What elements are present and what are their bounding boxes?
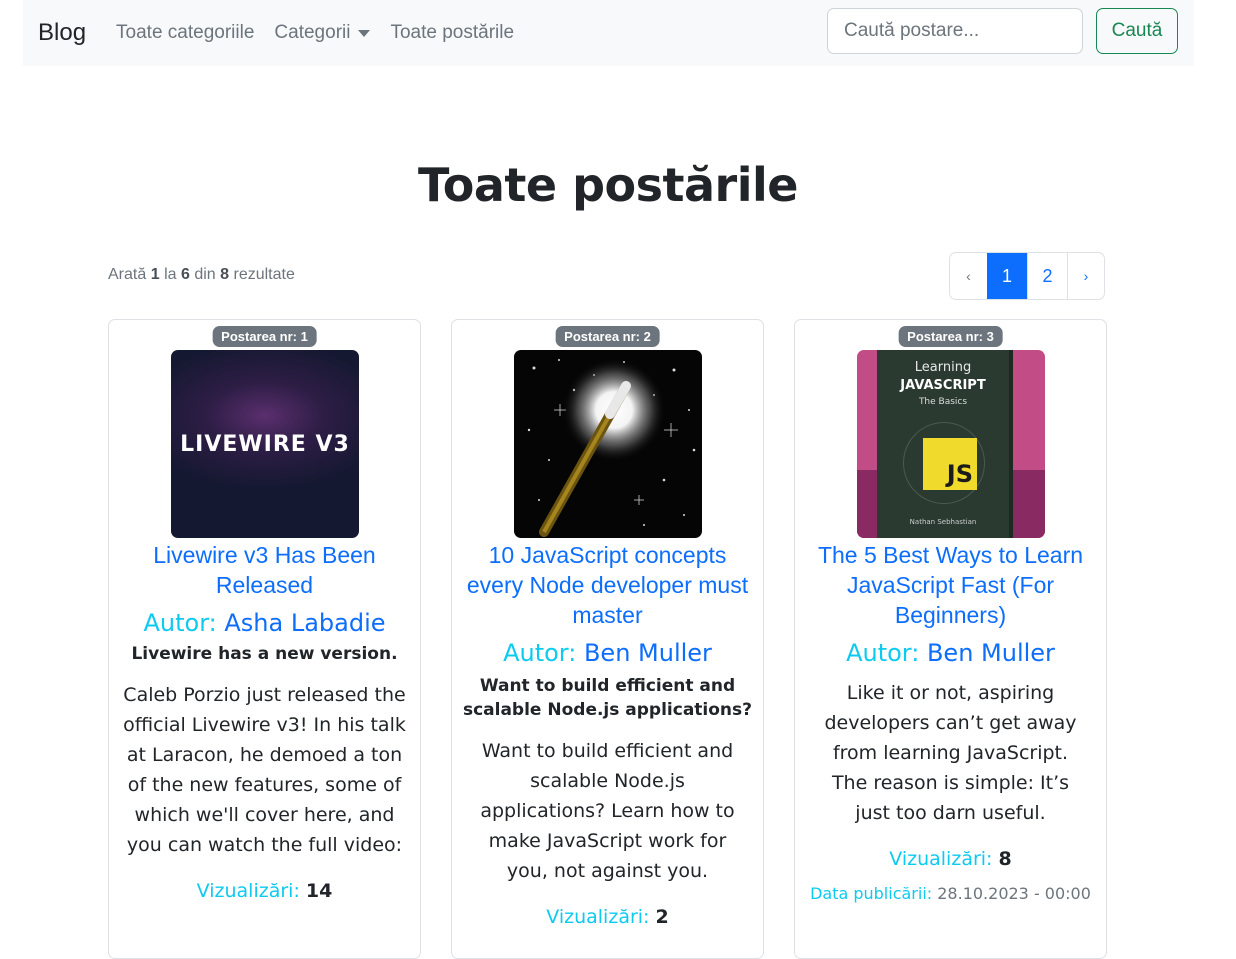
post-author: Autor: Ben Muller: [805, 638, 1096, 668]
book-author: Nathan Sebhastian: [909, 518, 977, 526]
post-title[interactable]: Livewire v3 Has Been Released: [119, 540, 410, 600]
post-description: Caleb Porzio just released the official …: [123, 684, 406, 856]
book-cover: Learning JAVASCRIPT The Basics JS Nathan…: [877, 350, 1009, 538]
book-line-3: The Basics: [918, 397, 968, 407]
author-label: Autor:: [503, 639, 577, 667]
nav-link-all-posts[interactable]: Toate postările: [390, 22, 514, 44]
book-line-1: Learning: [914, 360, 972, 375]
views-label: Vizualizări:: [196, 880, 300, 902]
pagination-page-1[interactable]: 1: [987, 253, 1027, 299]
post-author: Autor: Asha Labadie: [119, 608, 410, 638]
date-value: 28.10.2023 - 00:00: [937, 884, 1091, 903]
results-suffix: rezultate: [233, 266, 295, 283]
post-author: Autor: Ben Muller: [462, 638, 753, 668]
author-label: Autor:: [143, 609, 217, 637]
magic-wand-image: [527, 358, 696, 537]
post-body: Livewire v3 Has Been Released Autor: Ash…: [119, 540, 410, 902]
results-summary: Arată 1 la 6 din 8 rezultate: [108, 266, 295, 284]
post-thumbnail[interactable]: [514, 350, 702, 538]
search-button[interactable]: Caută: [1096, 8, 1178, 54]
post-number-badge: Postarea nr: 2: [555, 326, 660, 347]
author-name[interactable]: Asha Labadie: [224, 609, 385, 637]
post-description: Like it or not, aspiring developers can’…: [824, 682, 1077, 824]
post-number-badge: Postarea nr: 3: [898, 326, 1003, 347]
post-views: Vizualizări: 2: [462, 906, 753, 928]
page-title: Toate postările: [418, 158, 798, 212]
results-la: la: [164, 266, 177, 283]
post-views: Vizualizări: 8: [805, 848, 1096, 870]
pagination: ‹ 1 2 ›: [949, 252, 1105, 300]
post-card: Postarea nr: 2 10 JavaScript concepts ev…: [451, 319, 764, 959]
results-total: 8: [220, 266, 230, 283]
post-body: 10 JavaScript concepts every Node develo…: [462, 540, 753, 928]
results-from: 1: [150, 266, 160, 283]
pagination-next[interactable]: ›: [1067, 253, 1104, 299]
views-count: 8: [998, 848, 1012, 870]
post-title[interactable]: The 5 Best Ways to Learn JavaScript Fast…: [805, 540, 1096, 630]
navbar: Blog Toate categoriile Categorii Toate p…: [23, 0, 1194, 66]
post-thumbnail[interactable]: LIVEWIRE V3: [171, 350, 359, 538]
search-input[interactable]: [827, 8, 1083, 54]
views-count: 14: [305, 880, 333, 902]
thumbnail-text: LIVEWIRE V3: [180, 432, 350, 457]
pagination-page-2[interactable]: 2: [1027, 253, 1067, 299]
chevron-down-icon: [358, 29, 371, 37]
post-body: The 5 Best Ways to Learn JavaScript Fast…: [805, 540, 1096, 903]
post-description: Want to build efficient and scalable Nod…: [480, 740, 735, 882]
nav-dropdown-categories[interactable]: Categorii: [274, 22, 371, 44]
results-din: din: [194, 266, 216, 283]
post-thumbnail[interactable]: Learning JAVASCRIPT The Basics JS Nathan…: [857, 350, 1045, 538]
book-line-2: JAVASCRIPT: [900, 378, 986, 393]
author-label: Autor:: [846, 639, 920, 667]
post-subtitle: Livewire has a new version.: [131, 644, 398, 664]
author-name[interactable]: Ben Muller: [927, 639, 1055, 667]
author-name[interactable]: Ben Muller: [584, 639, 712, 667]
post-card: Postarea nr: 3 Learning JAVASCRIPT The B…: [794, 319, 1107, 959]
post-date: Data publicării: 28.10.2023 - 00:00: [805, 884, 1096, 903]
post-card: Postarea nr: 1 LIVEWIRE V3 Livewire v3 H…: [108, 319, 421, 959]
brand-link[interactable]: Blog: [38, 19, 86, 47]
post-subtitle: Want to build efficient and scalable Nod…: [462, 676, 753, 720]
date-label: Data publicării:: [810, 884, 933, 903]
views-label: Vizualizări:: [546, 906, 650, 928]
results-prefix: Arată: [108, 266, 147, 283]
nav-link-all-categories[interactable]: Toate categoriile: [116, 22, 254, 44]
pagination-prev[interactable]: ‹: [950, 253, 987, 299]
post-number-badge: Postarea nr: 1: [212, 326, 317, 347]
post-title[interactable]: 10 JavaScript concepts every Node develo…: [462, 540, 753, 630]
post-views: Vizualizări: 14: [119, 880, 410, 902]
js-logo: JS: [923, 438, 977, 490]
nav-dropdown-label: Categorii: [274, 22, 351, 43]
views-label: Vizualizări:: [889, 848, 993, 870]
views-count: 2: [655, 906, 669, 928]
results-to: 6: [180, 266, 190, 283]
